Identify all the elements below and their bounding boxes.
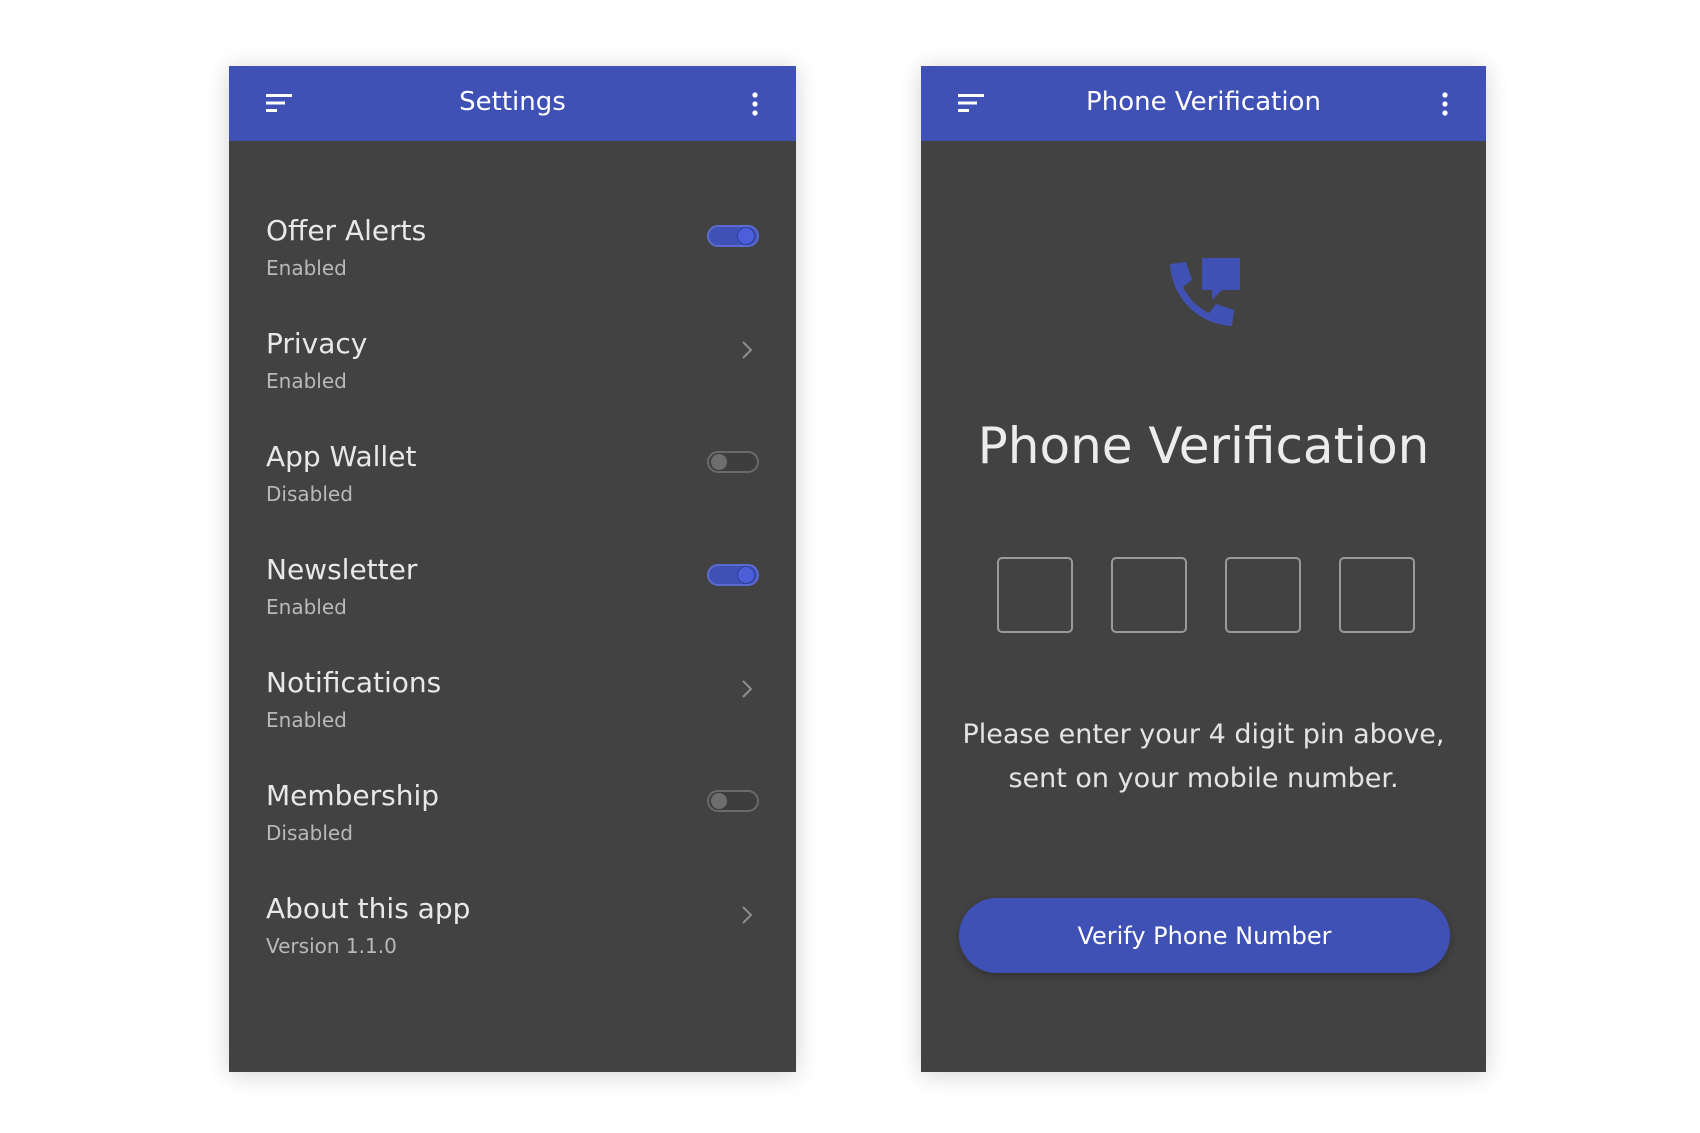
setting-title: About this app — [266, 892, 471, 925]
setting-title: Membership — [266, 779, 440, 812]
chevron-right-icon[interactable] — [741, 905, 753, 925]
pin-digit-2[interactable] — [1111, 557, 1187, 633]
settings-list: Offer Alerts Enabled Privacy Enabled App… — [266, 213, 759, 1004]
settings-app-bar: Settings — [229, 66, 796, 141]
setting-row-about[interactable]: About this app Version 1.1.0 — [266, 891, 759, 1004]
setting-status: Enabled — [266, 256, 347, 280]
setting-row-membership[interactable]: Membership Disabled — [266, 778, 759, 891]
more-vertical-icon[interactable] — [751, 92, 759, 116]
toggle-knob — [738, 567, 754, 583]
setting-title: Offer Alerts — [266, 214, 427, 247]
membership-toggle[interactable] — [707, 790, 759, 812]
verification-app-bar: Phone Verification — [921, 66, 1486, 141]
setting-status: Enabled — [266, 369, 347, 393]
toggle-knob — [738, 228, 754, 244]
chevron-right-icon[interactable] — [741, 679, 753, 699]
verify-phone-button[interactable]: Verify Phone Number — [959, 898, 1450, 973]
instruction-line-1: Please enter your 4 digit pin above, — [962, 719, 1445, 750]
chevron-right-icon[interactable] — [741, 340, 753, 360]
setting-row-offer-alerts[interactable]: Offer Alerts Enabled — [266, 213, 759, 326]
app-version: Version 1.1.0 — [266, 934, 397, 958]
setting-title: App Wallet — [266, 440, 417, 473]
setting-status: Disabled — [266, 482, 353, 506]
phone-message-icon — [1168, 254, 1240, 326]
setting-row-newsletter[interactable]: Newsletter Enabled — [266, 552, 759, 665]
instruction-line-2: sent on your mobile number. — [1008, 763, 1399, 794]
setting-title: Notifications — [266, 666, 442, 699]
setting-row-notifications[interactable]: Notifications Enabled — [266, 665, 759, 778]
setting-row-privacy[interactable]: Privacy Enabled — [266, 326, 759, 439]
setting-title: Newsletter — [266, 553, 418, 586]
verification-instructions: Please enter your 4 digit pin above, sen… — [951, 713, 1456, 801]
offer-alerts-toggle[interactable] — [707, 225, 759, 247]
setting-row-app-wallet[interactable]: App Wallet Disabled — [266, 439, 759, 552]
toggle-knob — [711, 454, 727, 470]
more-vertical-icon[interactable] — [1441, 92, 1449, 116]
app-wallet-toggle[interactable] — [707, 451, 759, 473]
pin-input-group — [997, 557, 1415, 633]
toggle-knob — [711, 793, 727, 809]
settings-screen: Settings Offer Alerts Enabled Privacy En… — [229, 66, 796, 1072]
pin-digit-4[interactable] — [1339, 557, 1415, 633]
settings-title: Settings — [459, 87, 566, 117]
verification-heading: Phone Verification — [977, 417, 1430, 475]
setting-status: Disabled — [266, 821, 353, 845]
setting-status: Enabled — [266, 595, 347, 619]
mockup-stage: Settings Offer Alerts Enabled Privacy En… — [0, 0, 1700, 1133]
setting-status: Enabled — [266, 708, 347, 732]
pin-digit-3[interactable] — [1225, 557, 1301, 633]
phone-verification-screen: Phone Verification Phone Verification Pl… — [921, 66, 1486, 1072]
pin-digit-1[interactable] — [997, 557, 1073, 633]
newsletter-toggle[interactable] — [707, 564, 759, 586]
setting-title: Privacy — [266, 327, 368, 360]
verification-title: Phone Verification — [1086, 87, 1321, 117]
